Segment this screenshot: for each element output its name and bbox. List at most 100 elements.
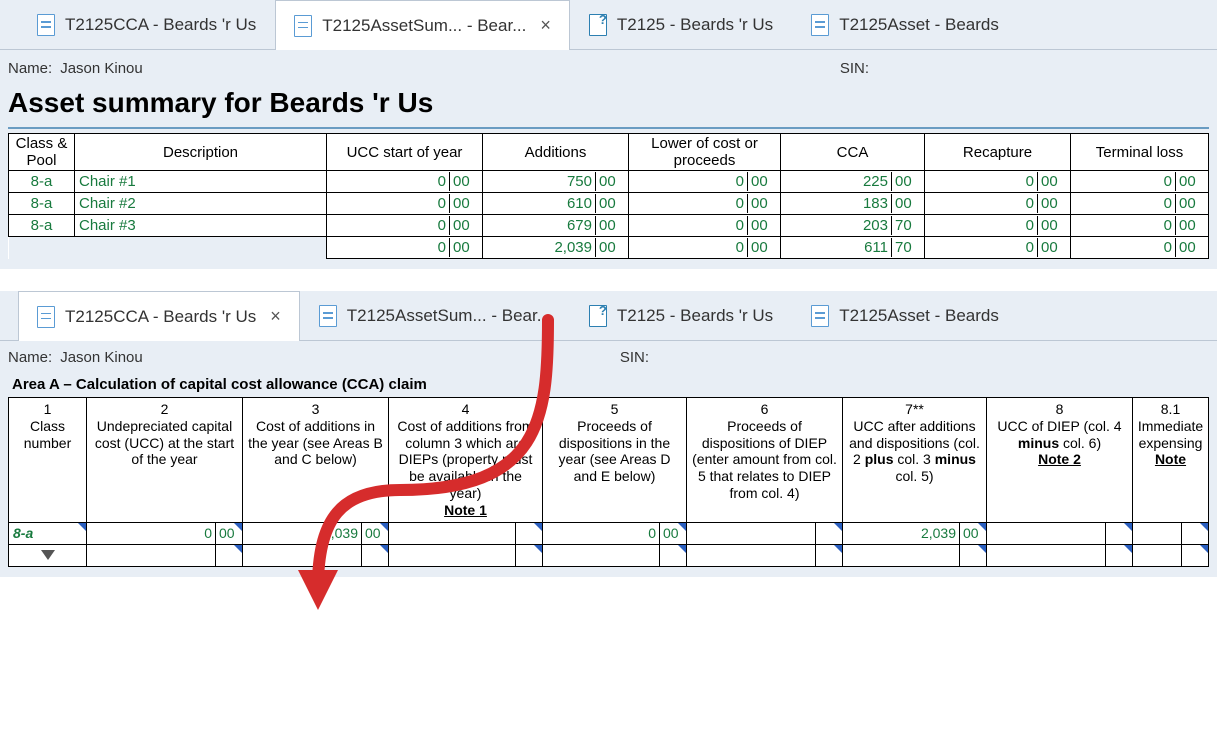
tab-t2125[interactable]: T2125 - Beards 'r Us bbox=[570, 291, 792, 340]
cell-c4[interactable] bbox=[389, 522, 543, 544]
tab-t2125assetsum[interactable]: T2125AssetSum... - Bear... bbox=[300, 291, 570, 340]
cell-c7[interactable] bbox=[843, 544, 987, 566]
col-description: Description bbox=[75, 134, 327, 171]
cell-c5[interactable]: 000 bbox=[543, 522, 687, 544]
note-1-link[interactable]: Note 1 bbox=[444, 502, 487, 518]
cell-terminal[interactable]: 000 bbox=[1071, 171, 1209, 193]
cell-lower[interactable]: 000 bbox=[629, 193, 781, 215]
table-row[interactable]: 8-a Chair #3 000 67900 000 20370 000 000 bbox=[9, 215, 1209, 237]
dropdown-indicator-icon bbox=[534, 545, 542, 553]
dropdown-indicator-icon bbox=[534, 523, 542, 531]
tab-t2125assetsum[interactable]: T2125AssetSum... - Bear... × bbox=[275, 0, 570, 50]
cell-additions[interactable]: 67900 bbox=[483, 215, 629, 237]
table-row[interactable]: 8-a Chair #2 000 61000 000 18300 000 000 bbox=[9, 193, 1209, 215]
tab-t2125asset[interactable]: T2125Asset - Beards bbox=[792, 291, 1018, 340]
cell-class[interactable]: 8-a bbox=[9, 193, 75, 215]
col-5: 5Proceeds of dispositions in the year (s… bbox=[543, 398, 687, 523]
dropdown-indicator-icon bbox=[1124, 523, 1132, 531]
dropdown-indicator-icon bbox=[678, 545, 686, 553]
cell-class[interactable]: 8-a bbox=[9, 171, 75, 193]
document-icon bbox=[37, 14, 55, 36]
close-icon[interactable]: × bbox=[540, 15, 551, 36]
close-icon[interactable]: × bbox=[270, 306, 281, 327]
tab-t2125[interactable]: T2125 - Beards 'r Us bbox=[570, 0, 792, 49]
name-value: Jason Kinou bbox=[60, 60, 143, 77]
cca-row-empty[interactable] bbox=[9, 544, 1209, 566]
tab-t2125cca[interactable]: T2125CCA - Beards 'r Us bbox=[18, 0, 275, 49]
name-label: Name: bbox=[8, 349, 52, 366]
tab-t2125asset[interactable]: T2125Asset - Beards bbox=[792, 0, 1018, 49]
cell-ucc[interactable]: 000 bbox=[327, 193, 483, 215]
info-row: Name: Jason Kinou SIN: bbox=[8, 56, 1209, 85]
cell-additions[interactable]: 75000 bbox=[483, 171, 629, 193]
cell-c81[interactable] bbox=[1133, 544, 1209, 566]
tabbar-bottom: T2125CCA - Beards 'r Us × T2125AssetSum.… bbox=[0, 291, 1217, 341]
cell-terminal[interactable]: 000 bbox=[1071, 215, 1209, 237]
asset-summary-section: Name: Jason Kinou SIN: Asset summary for… bbox=[0, 50, 1217, 269]
dropdown-indicator-icon bbox=[1124, 545, 1132, 553]
cell-c6[interactable] bbox=[687, 522, 843, 544]
cell-desc[interactable]: Chair #3 bbox=[75, 215, 327, 237]
tabbar-top: T2125CCA - Beards 'r Us T2125AssetSum...… bbox=[0, 0, 1217, 50]
cell-desc[interactable]: Chair #2 bbox=[75, 193, 327, 215]
cca-row[interactable]: 8-a 000 2,03900 000 2,03900 bbox=[9, 522, 1209, 544]
document-icon bbox=[319, 305, 337, 327]
cell-c4[interactable] bbox=[389, 544, 543, 566]
dropdown-indicator-icon bbox=[978, 523, 986, 531]
cell-c8[interactable] bbox=[987, 522, 1133, 544]
name-label: Name: bbox=[8, 60, 52, 77]
cell-lower[interactable]: 000 bbox=[629, 215, 781, 237]
tab-label: T2125 - Beards 'r Us bbox=[617, 15, 773, 35]
dropdown-indicator-icon bbox=[380, 523, 388, 531]
dropdown-indicator-icon bbox=[1200, 523, 1208, 531]
total-ucc: 000 bbox=[327, 237, 483, 259]
col-lower: Lower of cost or proceeds bbox=[629, 134, 781, 171]
cell-c7[interactable]: 2,03900 bbox=[843, 522, 987, 544]
cell-class-dropdown[interactable] bbox=[9, 544, 87, 566]
document-icon bbox=[811, 14, 829, 36]
table-row[interactable]: 8-a Chair #1 000 75000 000 22500 000 000 bbox=[9, 171, 1209, 193]
dropdown-indicator-icon bbox=[978, 545, 986, 553]
col-cca: CCA bbox=[781, 134, 925, 171]
cell-c5[interactable] bbox=[543, 544, 687, 566]
cell-c3[interactable] bbox=[243, 544, 389, 566]
tab-label: T2125Asset - Beards bbox=[839, 15, 999, 35]
document-icon bbox=[811, 305, 829, 327]
note-link[interactable]: Note bbox=[1155, 451, 1186, 467]
col-class: Class & Pool bbox=[9, 134, 75, 171]
cell-terminal[interactable]: 000 bbox=[1071, 193, 1209, 215]
cell-c2[interactable] bbox=[87, 544, 243, 566]
asset-table: Class & Pool Description UCC start of ye… bbox=[8, 133, 1209, 259]
cell-class[interactable]: 8-a bbox=[9, 522, 87, 544]
cell-lower[interactable]: 000 bbox=[629, 171, 781, 193]
cell-recapture[interactable]: 000 bbox=[925, 171, 1071, 193]
cell-c6[interactable] bbox=[687, 544, 843, 566]
tab-t2125cca[interactable]: T2125CCA - Beards 'r Us × bbox=[18, 291, 300, 341]
document-help-icon bbox=[589, 305, 607, 327]
cell-class[interactable]: 8-a bbox=[9, 215, 75, 237]
cell-ucc[interactable]: 000 bbox=[327, 171, 483, 193]
sin-label: SIN: bbox=[840, 60, 1209, 77]
cell-cca[interactable]: 18300 bbox=[781, 193, 925, 215]
cell-c3[interactable]: 2,03900 bbox=[243, 522, 389, 544]
total-terminal: 000 bbox=[1071, 237, 1209, 259]
dropdown-indicator-icon bbox=[1200, 545, 1208, 553]
cell-c81[interactable] bbox=[1133, 522, 1209, 544]
tab-label: T2125 - Beards 'r Us bbox=[617, 306, 773, 326]
dropdown-indicator-icon bbox=[678, 523, 686, 531]
dropdown-indicator-icon bbox=[234, 523, 242, 531]
cell-ucc[interactable]: 000 bbox=[327, 215, 483, 237]
cell-recapture[interactable]: 000 bbox=[925, 215, 1071, 237]
cell-c8[interactable] bbox=[987, 544, 1133, 566]
cell-desc[interactable]: Chair #1 bbox=[75, 171, 327, 193]
note-2-link[interactable]: Note 2 bbox=[1038, 451, 1081, 467]
cell-additions[interactable]: 61000 bbox=[483, 193, 629, 215]
cell-recapture[interactable]: 000 bbox=[925, 193, 1071, 215]
cell-c2[interactable]: 000 bbox=[87, 522, 243, 544]
cca-table: 1Class number 2Undepreciated capital cos… bbox=[8, 397, 1209, 567]
document-help-icon bbox=[589, 14, 607, 36]
tab-label: T2125CCA - Beards 'r Us bbox=[65, 15, 256, 35]
cell-cca[interactable]: 20370 bbox=[781, 215, 925, 237]
totals-row: 000 2,03900 000 61170 000 000 bbox=[9, 237, 1209, 259]
cell-cca[interactable]: 22500 bbox=[781, 171, 925, 193]
